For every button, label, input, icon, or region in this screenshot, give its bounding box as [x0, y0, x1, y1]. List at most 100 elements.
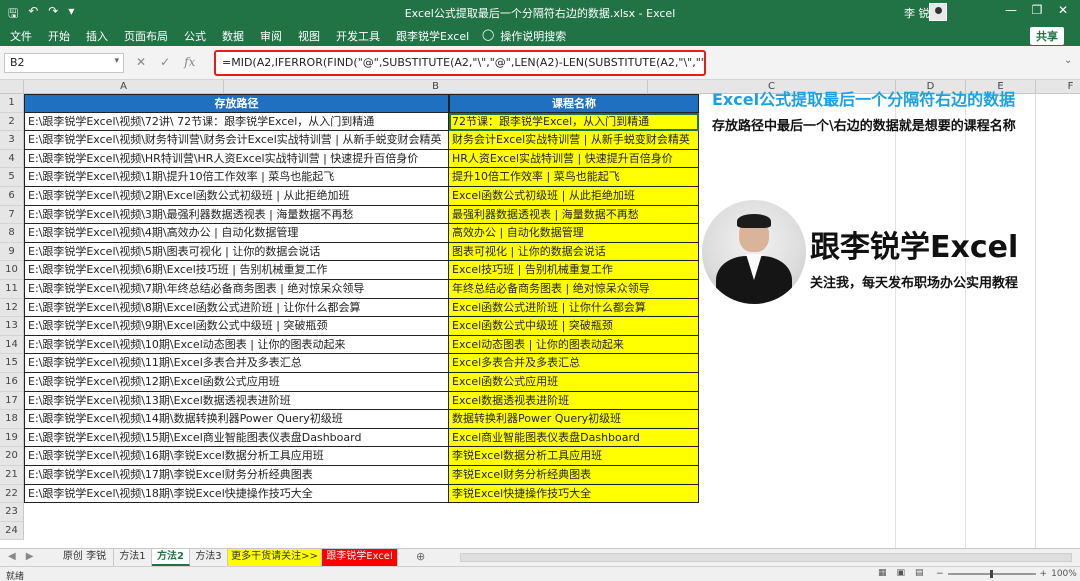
ribbon-tab-1[interactable]: 开始 — [48, 28, 70, 44]
cell-course[interactable]: Excel函数公式进阶班 | 让你什么都会算 — [449, 298, 699, 318]
cell-course[interactable]: HR人资Excel实战特训营 | 快速提升百倍身价 — [449, 149, 699, 169]
cell-path[interactable]: E:\跟李锐学Excel\视频\7期\年终总结必备商务图表 | 绝对惊呆众领导 — [24, 280, 449, 299]
cell-course[interactable]: 提升10倍工作效率 | 菜鸟也能起飞 — [449, 168, 699, 187]
cell-course[interactable]: 年终总结必备商务图表 | 绝对惊呆众领导 — [449, 280, 699, 299]
cell-path[interactable]: E:\跟李锐学Excel\视频\18期\李锐Excel快捷操作技巧大全 — [24, 484, 449, 504]
row-header[interactable]: 23 — [0, 503, 24, 522]
header-cell-path[interactable]: 存放路径 — [24, 94, 449, 113]
tell-me[interactable]: ◯ 操作说明搜索 — [482, 28, 566, 44]
cell-path[interactable]: E:\跟李锐学Excel\视频\11期\Excel多表合并及多表汇总 — [24, 354, 449, 373]
cell-course[interactable]: 李锐Excel数据分析工具应用班 — [449, 447, 699, 466]
cell-path[interactable]: E:\跟李锐学Excel\视频\13期\Excel数据透视表进阶班 — [24, 391, 449, 411]
row-header[interactable]: 20 — [0, 447, 24, 466]
row-header[interactable]: 12 — [0, 298, 24, 318]
ribbon-tab-8[interactable]: 开发工具 — [336, 28, 380, 44]
minimize-button[interactable]: — — [998, 3, 1024, 17]
cell-path[interactable]: E:\跟李锐学Excel\视频\15期\Excel商业智能图表仪表盘Dashbo… — [24, 428, 449, 448]
cell-path[interactable]: E:\跟李锐学Excel\视频\9期\Excel函数公式中级班 | 突破瓶颈 — [24, 317, 449, 336]
ribbon-tab-3[interactable]: 页面布局 — [124, 28, 168, 44]
cell-path[interactable]: E:\跟李锐学Excel\视频\1期\提升10倍工作效率 | 菜鸟也能起飞 — [24, 168, 449, 187]
row-header[interactable]: 19 — [0, 428, 24, 448]
zoom-in-button[interactable]: + — [1040, 569, 1048, 579]
cell-course[interactable]: Excel动态图表 | 让你的图表动起来 — [449, 335, 699, 355]
ribbon-tab-2[interactable]: 插入 — [86, 28, 108, 44]
row-header[interactable]: 6 — [0, 187, 24, 206]
cell-course[interactable]: Excel多表合并及多表汇总 — [449, 354, 699, 373]
user-avatar[interactable] — [929, 3, 947, 21]
cell-path[interactable]: E:\跟李锐学Excel\视频\5期\图表可视化 | 让你的数据会说话 — [24, 242, 449, 262]
cell-course[interactable]: 高效办公 | 自动化数据管理 — [449, 224, 699, 243]
cell-path[interactable]: E:\跟李锐学Excel\视频\14期\数据转换利器Power Query初级班 — [24, 410, 449, 429]
sheet-tab-5[interactable]: 跟李锐学Excel — [322, 549, 398, 566]
row-header[interactable]: 24 — [0, 521, 24, 541]
row-header[interactable]: 5 — [0, 168, 24, 187]
cell-path[interactable]: E:\跟李锐学Excel\视频\17期\李锐Excel财务分析经典图表 — [24, 466, 449, 485]
page-layout-icon[interactable]: ▣ — [897, 568, 906, 578]
row-header[interactable]: 1 — [0, 94, 24, 113]
cell-course[interactable]: 72节课：跟李锐学Excel，从入门到精通 — [449, 112, 699, 132]
column-header-a[interactable]: A — [24, 80, 224, 94]
sheet-tab-0[interactable]: 原创 李锐 — [56, 549, 114, 566]
add-sheet-button[interactable]: ⊕ — [416, 550, 425, 563]
row-header[interactable]: 9 — [0, 242, 24, 262]
cell-path[interactable]: E:\跟李锐学Excel\视频\72讲\ 72节课：跟李锐学Excel，从入门到… — [24, 112, 449, 132]
cell-path[interactable]: E:\跟李锐学Excel\视频\16期\李锐Excel数据分析工具应用班 — [24, 447, 449, 466]
cell-path[interactable]: E:\跟李锐学Excel\视频\10期\Excel动态图表 | 让你的图表动起来 — [24, 335, 449, 355]
cell-course[interactable]: Excel函数公式初级班 | 从此拒绝加班 — [449, 187, 699, 206]
formula-input[interactable]: =MID(A2,IFERROR(FIND("@",SUBSTITUTE(A2,"… — [214, 50, 706, 76]
row-header[interactable]: 13 — [0, 317, 24, 336]
enter-icon[interactable]: ✓ — [160, 55, 170, 69]
insert-function-icon[interactable]: fx — [184, 55, 195, 69]
cell-path[interactable]: E:\跟李锐学Excel\视频\12期\Excel函数公式应用班 — [24, 373, 449, 392]
row-header[interactable]: 21 — [0, 466, 24, 485]
column-header-b[interactable]: B — [224, 80, 648, 94]
cell-path[interactable]: E:\跟李锐学Excel\视频\财务特训营\财务会计Excel实战特训营 | 从… — [24, 131, 449, 150]
cell-course[interactable]: Excel商业智能图表仪表盘Dashboard — [449, 428, 699, 448]
sheet-tab-2[interactable]: 方法2 — [152, 549, 190, 566]
cell-path[interactable]: E:\跟李锐学Excel\视频\3期\最强利器数据透视表 | 海量数据不再愁 — [24, 205, 449, 225]
row-header[interactable]: 7 — [0, 205, 24, 225]
row-header[interactable]: 18 — [0, 410, 24, 429]
share-button[interactable]: 共享 — [1030, 27, 1064, 45]
ribbon-tab-5[interactable]: 数据 — [222, 28, 244, 44]
restore-button[interactable]: ❐ — [1024, 3, 1050, 17]
zoom-out-button[interactable]: − — [936, 569, 944, 579]
cell-course[interactable]: 数据转换利器Power Query初级班 — [449, 410, 699, 429]
column-header-f[interactable]: F — [1036, 80, 1080, 94]
cancel-icon[interactable]: ✕ — [136, 55, 146, 69]
ribbon-tab-4[interactable]: 公式 — [184, 28, 206, 44]
cell-course[interactable]: 李锐Excel财务分析经典图表 — [449, 466, 699, 485]
worksheet-grid[interactable]: ABCDEFGHIJK12345678910111213141516171819… — [0, 80, 1080, 548]
row-header[interactable]: 22 — [0, 484, 24, 504]
next-sheet-icon[interactable]: ▶ — [26, 551, 34, 562]
cell-path[interactable]: E:\跟李锐学Excel\视频\HR特训营\HR人资Excel实战特训营 | 快… — [24, 149, 449, 169]
row-header[interactable]: 4 — [0, 149, 24, 169]
page-break-icon[interactable]: ▤ — [915, 568, 924, 578]
horizontal-scrollbar[interactable] — [460, 553, 1072, 562]
cell-course[interactable]: 李锐Excel快捷操作技巧大全 — [449, 484, 699, 504]
chevron-down-icon[interactable]: ▾ — [114, 56, 119, 66]
sheet-tab-4[interactable]: 更多干货请关注>> — [228, 549, 322, 566]
cell-course[interactable]: Excel函数公式应用班 — [449, 373, 699, 392]
cell-course[interactable]: 图表可视化 | 让你的数据会说话 — [449, 242, 699, 262]
cell-path[interactable]: E:\跟李锐学Excel\视频\8期\Excel函数公式进阶班 | 让你什么都会… — [24, 298, 449, 318]
row-header[interactable]: 14 — [0, 335, 24, 355]
normal-view-icon[interactable]: ▦ — [878, 568, 887, 578]
expand-formula-icon[interactable]: ⌄ — [1064, 55, 1072, 66]
row-header[interactable]: 15 — [0, 354, 24, 373]
row-header[interactable]: 2 — [0, 112, 24, 132]
row-header[interactable]: 10 — [0, 261, 24, 280]
close-button[interactable]: ✕ — [1050, 3, 1076, 17]
sheet-tab-1[interactable]: 方法1 — [114, 549, 152, 566]
row-header[interactable]: 17 — [0, 391, 24, 411]
cell-course[interactable]: Excel数据透视表进阶班 — [449, 391, 699, 411]
user-name[interactable]: 李 锐 — [904, 5, 930, 21]
zoom-slider[interactable] — [947, 570, 1036, 578]
cell-course[interactable]: 最强利器数据透视表 | 海量数据不再愁 — [449, 205, 699, 225]
ribbon-tab-7[interactable]: 视图 — [298, 28, 320, 44]
cell-path[interactable]: E:\跟李锐学Excel\视频\6期\Excel技巧班 | 告别机械重复工作 — [24, 261, 449, 280]
header-cell-course[interactable]: 课程名称 — [449, 94, 699, 113]
sheet-tab-3[interactable]: 方法3 — [190, 549, 228, 566]
row-header[interactable]: 8 — [0, 224, 24, 243]
cell-path[interactable]: E:\跟李锐学Excel\视频\2期\Excel函数公式初级班 | 从此拒绝加班 — [24, 187, 449, 206]
